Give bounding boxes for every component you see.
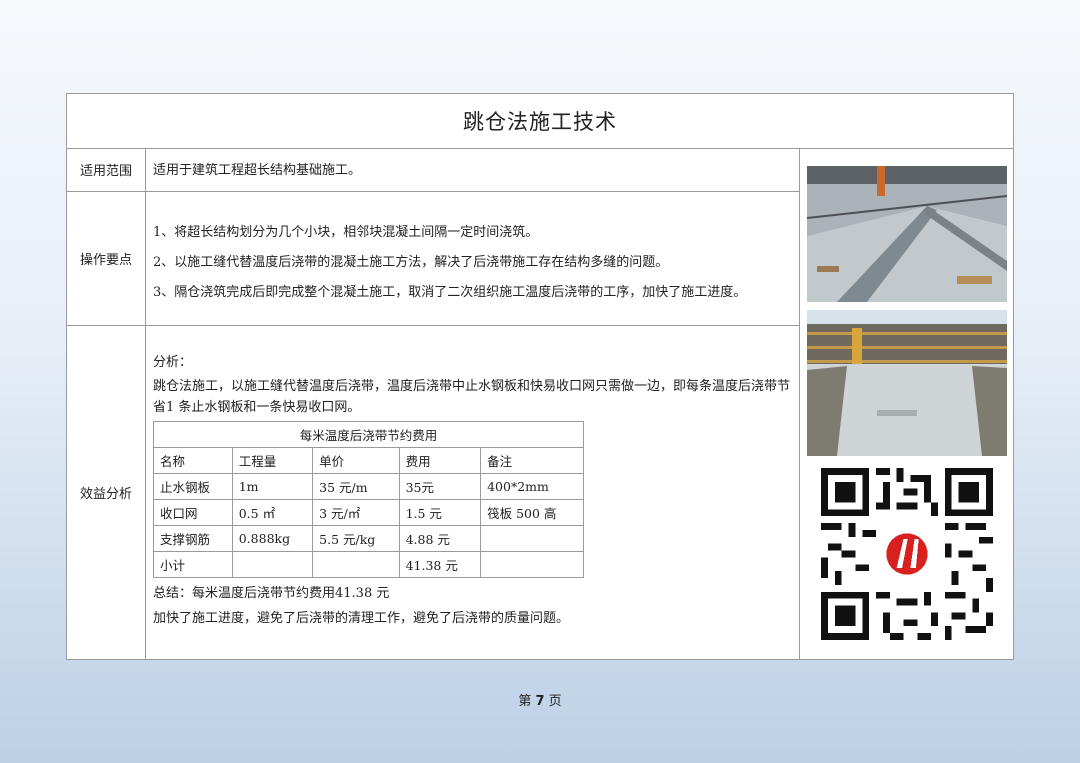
table-cell: 35 元/m <box>312 473 400 500</box>
table-row: 支撑钢筋 0.888kg 5.5 元/kg 4.88 元 <box>153 525 584 552</box>
document-sheet: 跳仓法施工技术 适用范围 适用于建筑工程超长结构基础施工。 操作要点 1、将超长… <box>66 93 1014 660</box>
table-header-cell: 备注 <box>480 447 584 474</box>
table-cell: 1.5 元 <box>398 499 482 526</box>
table-cell: 400*2mm <box>480 473 584 500</box>
table-cell: 1m <box>231 473 314 500</box>
page-number: 7 <box>535 694 545 709</box>
table-header-cell: 名称 <box>153 447 233 474</box>
table-cell: 35元 <box>398 473 482 500</box>
grid-line <box>799 148 800 660</box>
construction-photo-1 <box>807 166 1007 302</box>
summary-text: 总结：每米温度后浇带节约费用41.38 元 <box>153 586 390 601</box>
table-cell: 支撑钢筋 <box>153 525 233 552</box>
analysis-heading: 分析： <box>153 355 193 370</box>
table-cell: 筏板 500 高 <box>480 499 584 526</box>
table-header-row: 名称 工程量 单价 费用 备注 <box>153 447 584 474</box>
point-item-2: 2、以施工缝代替温度后浇带的混凝土施工方法，解决了后浇带施工存在结构多缝的问题。 <box>153 255 669 270</box>
footer-suffix: 页 <box>548 694 562 709</box>
table-row: 小计 41.38 元 <box>153 551 584 578</box>
grid-line <box>67 325 800 326</box>
qr-code-image <box>821 468 993 640</box>
grid-line <box>145 148 146 660</box>
table-cell: 41.38 元 <box>398 551 482 578</box>
cost-table: 每米温度后浇带节约费用 名称 工程量 单价 费用 备注 止水钢板 1m 35 元… <box>153 421 584 578</box>
point-item-1: 1、将超长结构划分为几个小块，相邻块混凝土间隔一定时间浇筑。 <box>153 225 539 240</box>
points-label: 操作要点 <box>79 252 132 268</box>
benefit-label: 效益分析 <box>79 487 132 502</box>
table-cell <box>480 551 584 578</box>
table-row: 收口网 0.5 ㎡ 3 元/㎡ 1.5 元 筏板 500 高 <box>153 499 584 526</box>
page-number-footer: 第 7 页 <box>0 690 1080 709</box>
page-title: 跳仓法施工技术 <box>67 94 1013 149</box>
table-cell: 5.5 元/kg <box>312 525 400 552</box>
analysis-text: 跳仓法施工，以施工缝代替温度后浇带，温度后浇带中止水钢板和快易收口网只需做一边，… <box>153 379 791 415</box>
scope-label: 适用范围 <box>79 164 132 179</box>
table-cell <box>312 551 400 578</box>
table-cell <box>231 551 314 578</box>
table-row: 止水钢板 1m 35 元/m 35元 400*2mm <box>153 473 584 500</box>
table-header-cell: 工程量 <box>231 447 314 474</box>
table-cell: 收口网 <box>153 499 233 526</box>
table-header-cell: 费用 <box>398 447 482 474</box>
footer-prefix: 第 <box>518 694 532 709</box>
table-cell: 0.888kg <box>231 525 314 552</box>
table-header-cell: 单价 <box>312 447 400 474</box>
table-cell <box>480 525 584 552</box>
construction-photo-2 <box>807 310 1007 456</box>
cost-table-caption: 每米温度后浇带节约费用 <box>153 421 584 448</box>
table-cell: 止水钢板 <box>153 473 233 500</box>
point-item-3: 3、隔仓浇筑完成后即完成整个混凝土施工，取消了二次组织施工温度后浇带的工序，加快… <box>153 285 747 300</box>
grid-line <box>67 191 800 192</box>
conclusion-text: 加快了施工进度，避免了后浇带的清理工作，避免了后浇带的质量问题。 <box>153 611 570 626</box>
table-cell: 4.88 元 <box>398 525 482 552</box>
scope-text: 适用于建筑工程超长结构基础施工。 <box>153 163 362 178</box>
table-cell: 小计 <box>153 551 233 578</box>
table-cell: 3 元/㎡ <box>312 499 400 526</box>
table-cell: 0.5 ㎡ <box>231 499 314 526</box>
